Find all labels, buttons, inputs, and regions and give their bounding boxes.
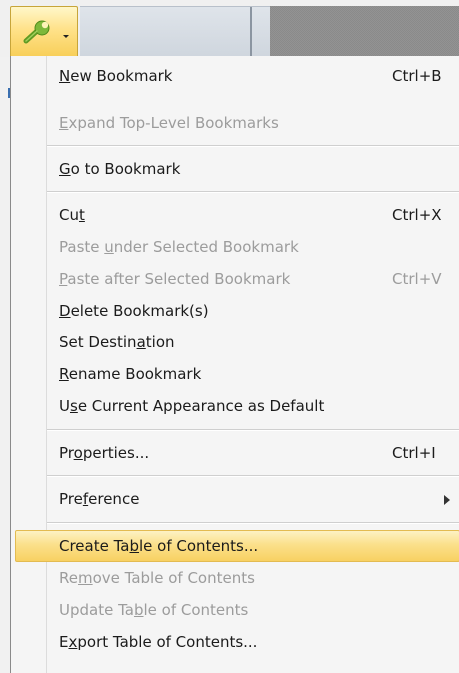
menu-item-create-table-of-contents[interactable]: Create Table of Contents...	[15, 530, 459, 562]
menu-item-label: Paste under Selected Bookmark	[59, 238, 299, 256]
chevron-down-icon	[63, 35, 69, 38]
menu-item-paste-under-selected-bookmark[interactable]: Paste under Selected Bookmark	[11, 231, 459, 263]
menu-separator	[47, 522, 459, 524]
menu-item-set-destination[interactable]: Set Destination	[11, 326, 459, 358]
menu-item-label: Remove Table of Contents	[59, 569, 255, 587]
wrench-icon	[22, 19, 54, 51]
menu-separator	[47, 475, 459, 477]
menu-item-properties[interactable]: Properties... Ctrl+I	[11, 437, 459, 469]
menu-item-expand-top-level-bookmarks[interactable]: Expand Top-Level Bookmarks	[11, 107, 459, 139]
menu-item-shortcut: Ctrl+B	[392, 67, 442, 85]
menu-item-use-current-appearance-as-default[interactable]: Use Current Appearance as Default	[11, 390, 459, 422]
menu-item-shortcut: Ctrl+X	[392, 206, 442, 224]
menu-item-label: New Bookmark	[59, 67, 173, 85]
bookmark-options-menu: New Bookmark Ctrl+B Expand Top-Level Boo…	[10, 56, 459, 673]
menu-separator	[47, 429, 459, 431]
menu-item-label: Update Table of Contents	[59, 601, 249, 619]
toolbar	[0, 0, 459, 98]
menu-item-label: Export Table of Contents...	[59, 633, 258, 651]
menu-item-label: Go to Bookmark	[59, 160, 181, 178]
menu-item-label: Create Table of Contents...	[59, 537, 259, 555]
menu-item-cut[interactable]: Cut Ctrl+X	[11, 199, 459, 231]
menu-item-update-table-of-contents[interactable]: Update Table of Contents	[11, 594, 459, 626]
menu-item-go-to-bookmark[interactable]: Go to Bookmark	[11, 153, 459, 185]
document-background	[270, 6, 459, 56]
menu-item-shortcut: Ctrl+I	[392, 444, 436, 462]
panel-tab-area	[80, 6, 270, 57]
menu-item-label: Set Destination	[59, 333, 175, 351]
menu-item-shortcut: Ctrl+V	[392, 270, 442, 288]
options-menu-button[interactable]	[10, 6, 78, 56]
submenu-arrow-icon	[444, 495, 450, 505]
menu-item-remove-table-of-contents[interactable]: Remove Table of Contents	[11, 562, 459, 594]
menu-separator	[47, 145, 459, 147]
menu-item-label: Use Current Appearance as Default	[59, 397, 325, 415]
menu-item-label: Delete Bookmark(s)	[59, 302, 209, 320]
menu-item-preference[interactable]: Preference	[11, 483, 459, 515]
menu-item-export-table-of-contents[interactable]: Export Table of Contents...	[11, 626, 459, 658]
menu-separator	[47, 191, 459, 193]
menu-item-delete-bookmarks[interactable]: Delete Bookmark(s)	[11, 295, 459, 327]
menu-item-label: Expand Top-Level Bookmarks	[59, 114, 279, 132]
menu-item-label: Properties...	[59, 444, 150, 462]
menu-item-rename-bookmark[interactable]: Rename Bookmark	[11, 358, 459, 390]
menu-item-paste-after-selected-bookmark[interactable]: Paste after Selected Bookmark Ctrl+V	[11, 263, 459, 295]
menu-item-new-bookmark[interactable]: New Bookmark Ctrl+B	[11, 60, 459, 92]
menu-item-label: Rename Bookmark	[59, 365, 202, 383]
menu-item-label: Cut	[59, 206, 85, 224]
tab-divider	[250, 7, 252, 57]
menu-item-label: Paste after Selected Bookmark	[59, 270, 291, 288]
menu-item-label: Preference	[59, 490, 140, 508]
